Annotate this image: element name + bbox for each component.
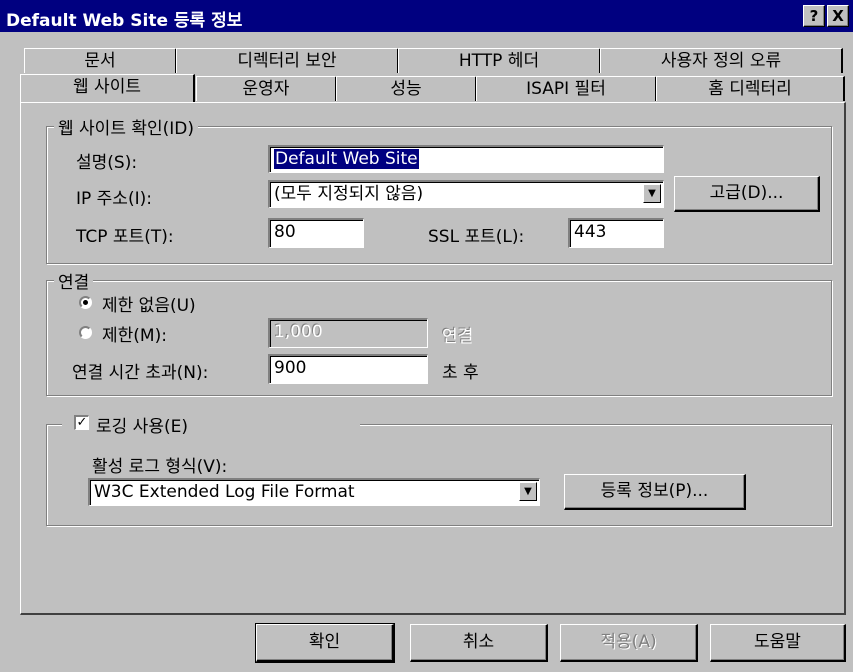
ssl-port-field[interactable]: 443 — [568, 218, 664, 248]
title-bar[interactable]: Default Web Site 등록 정보 ? X — [0, 0, 853, 32]
tab-performance[interactable]: 성능 — [336, 76, 477, 101]
chevron-down-icon[interactable]: ▼ — [643, 184, 661, 203]
timeout-field[interactable]: 900 — [268, 354, 428, 384]
log-format-value: W3C Extended Log File Format — [94, 482, 355, 502]
tab-isapi-filters[interactable]: ISAPI 필터 — [476, 76, 657, 101]
help-button[interactable]: 도움말 — [710, 624, 846, 662]
cancel-button[interactable]: 취소 — [410, 624, 548, 662]
log-format-select[interactable]: W3C Extended Log File Format ▼ — [88, 478, 540, 506]
advanced-button[interactable]: 고급(D)... — [674, 176, 820, 212]
ip-address-label: IP 주소(I): — [76, 189, 152, 209]
connection-legend: 연결 — [54, 268, 94, 293]
limited-connections-field[interactable]: 1,000 — [268, 318, 428, 348]
log-format-label: 활성 로그 형식(V): — [92, 457, 228, 477]
tab-documents[interactable]: 문서 — [24, 48, 177, 73]
unlimited-label[interactable]: 제한 없음(U) — [102, 291, 196, 316]
limited-radio[interactable] — [79, 326, 92, 339]
apply-button[interactable]: 적용(A) — [560, 624, 698, 662]
connections-unit-label: 연결 — [442, 327, 474, 347]
logging-checkbox[interactable]: ✓ — [74, 415, 89, 430]
help-title-button[interactable]: ? — [803, 5, 825, 27]
chevron-down-icon[interactable]: ▼ — [519, 482, 537, 501]
ok-button[interactable]: 확인 — [255, 623, 395, 663]
log-properties-button[interactable]: 등록 정보(P)... — [564, 474, 746, 510]
ip-address-select[interactable]: (모두 지정되지 않음) ▼ — [268, 180, 664, 208]
tab-custom-errors[interactable]: 사용자 정의 오류 — [600, 48, 843, 73]
tcp-port-label: TCP 포트(T): — [76, 227, 174, 247]
close-title-button[interactable]: X — [827, 5, 849, 27]
timeout-unit-label: 초 후 — [442, 363, 479, 383]
unlimited-radio[interactable] — [79, 296, 92, 309]
tab-home-directory[interactable]: 홈 디렉터리 — [656, 76, 845, 101]
timeout-label: 연결 시간 초과(N): — [72, 363, 209, 383]
tab-operators[interactable]: 운영자 — [196, 76, 337, 101]
tab-directory-security[interactable]: 디렉터리 보안 — [176, 48, 399, 73]
window-title: Default Web Site 등록 정보 — [6, 11, 243, 31]
tcp-port-field[interactable]: 80 — [268, 218, 364, 248]
description-label: 설명(S): — [76, 153, 138, 173]
radio-selected-dot — [83, 300, 88, 305]
description-value: Default Web Site — [274, 149, 419, 169]
ip-address-value: (모두 지정되지 않음) — [274, 184, 424, 204]
tab-web-site[interactable]: 웹 사이트 — [20, 74, 195, 102]
tab-http-headers[interactable]: HTTP 헤더 — [398, 48, 601, 73]
limited-label[interactable]: 제한(M): — [102, 321, 167, 346]
description-field[interactable]: Default Web Site — [268, 145, 664, 173]
site-id-legend: 웹 사이트 확인(ID) — [54, 114, 199, 139]
logging-enable-label[interactable]: 로깅 사용(E) — [96, 412, 188, 437]
ssl-port-label: SSL 포트(L): — [428, 227, 525, 247]
